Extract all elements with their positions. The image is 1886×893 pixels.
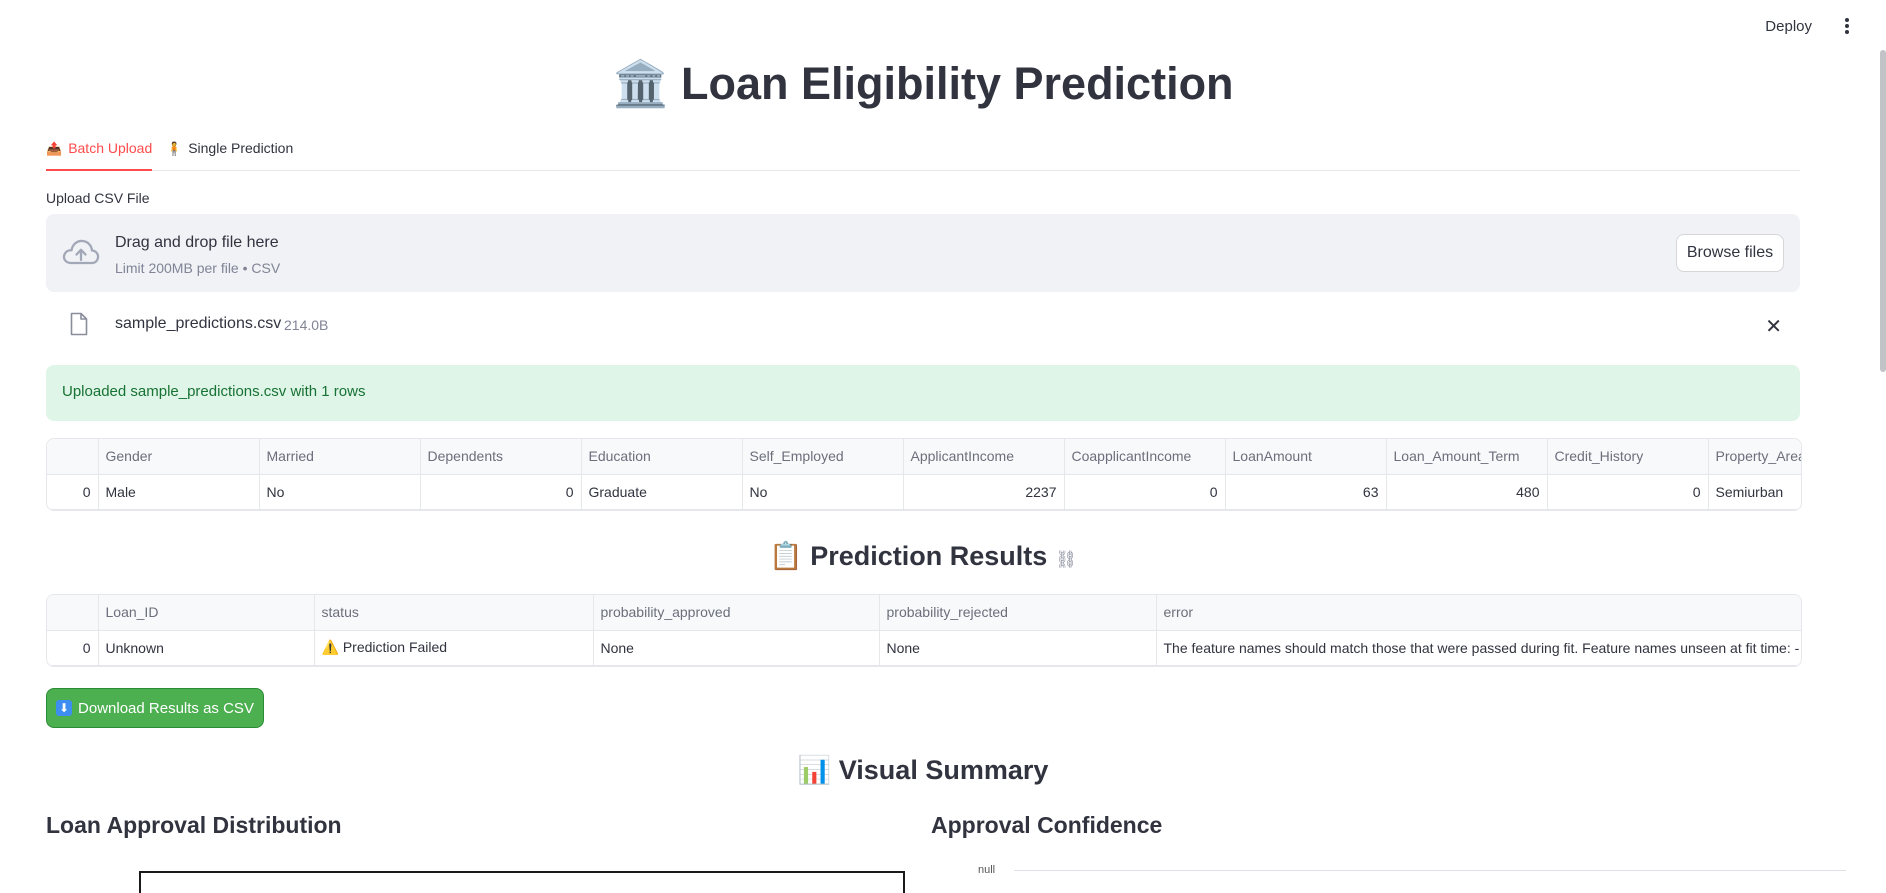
column-header[interactable]: LoanAmount — [1225, 439, 1387, 475]
results-table: Loan_ID status probability_approved prob… — [47, 595, 1801, 666]
outbox-tray-icon: 📤 — [46, 141, 63, 156]
download-button-label: Download Results as CSV — [78, 699, 254, 717]
uploaded-file-item: sample_predictions.csv 214.0B ✕ — [46, 306, 1800, 342]
heading-text: Visual Summary — [838, 755, 1049, 785]
column-header[interactable]: status — [314, 595, 594, 631]
top-bar: Deploy — [0, 0, 1886, 54]
table-header-row: Loan_ID status probability_approved prob… — [47, 595, 1801, 631]
page-title: 🏛️ Loan Eligibility Prediction — [46, 54, 1800, 114]
table-cell[interactable]: 0 — [1064, 474, 1226, 510]
cloud-upload-icon — [62, 239, 100, 265]
success-message: Uploaded sample_predictions.csv with 1 r… — [62, 383, 366, 400]
table-cell[interactable]: Graduate — [581, 474, 743, 510]
table-cell[interactable]: 63 — [1225, 474, 1387, 510]
input-table: Gender Married Dependents Education Self… — [47, 439, 1801, 510]
dropzone-limit-text: Limit 200MB per file • CSV — [115, 260, 281, 276]
column-header[interactable]: Gender — [98, 439, 260, 475]
tab-batch-upload[interactable]: 📤 Batch Upload — [46, 140, 153, 171]
table-header-row: Gender Married Dependents Education Self… — [47, 439, 1801, 475]
file-size: 214.0B — [284, 317, 329, 333]
visual-summary-heading: 📊 Visual Summary — [46, 754, 1800, 786]
table-cell[interactable]: No — [742, 474, 904, 510]
row-index[interactable]: 0 — [47, 474, 99, 510]
close-icon[interactable]: ✕ — [1765, 314, 1782, 339]
page-title-text: Loan Eligibility Prediction — [681, 58, 1234, 109]
success-alert: Uploaded sample_predictions.csv with 1 r… — [46, 365, 1800, 421]
column-header[interactable]: CoapplicantIncome — [1064, 439, 1226, 475]
row-index[interactable]: 0 — [47, 630, 99, 666]
file-dropzone[interactable]: Drag and drop file here Limit 200MB per … — [46, 214, 1800, 292]
chart-gridline — [1014, 870, 1846, 871]
approval-confidence-title: Approval Confidence — [931, 812, 1163, 838]
column-header[interactable]: Property_Area — [1708, 439, 1801, 475]
link-icon[interactable]: ⛓ — [1055, 550, 1077, 569]
column-header[interactable] — [47, 595, 99, 631]
column-header[interactable]: probability_approved — [593, 595, 880, 631]
results-dataframe[interactable]: Loan_ID status probability_approved prob… — [46, 594, 1802, 667]
browse-files-button[interactable]: Browse files — [1676, 234, 1784, 272]
dropzone-title: Drag and drop file here — [115, 234, 279, 251]
scrollbar[interactable] — [1880, 50, 1886, 372]
column-header[interactable]: Dependents — [420, 439, 582, 475]
column-header[interactable]: Loan_Amount_Term — [1386, 439, 1548, 475]
tab-label: Single Prediction — [188, 140, 294, 156]
tab-label: Batch Upload — [68, 140, 153, 156]
table-cell[interactable]: 0 — [1547, 474, 1709, 510]
tab-bar: 📤 Batch Upload 🧍 Single Prediction — [46, 136, 1800, 171]
download-arrow-icon: ⬇ — [56, 700, 73, 716]
column-header[interactable]: Loan_ID — [98, 595, 315, 631]
kebab-menu-icon[interactable] — [1842, 16, 1852, 38]
column-header[interactable]: Self_Employed — [742, 439, 904, 475]
column-header[interactable]: ApplicantIncome — [903, 439, 1065, 475]
tab-single-prediction[interactable]: 🧍 Single Prediction — [166, 140, 293, 169]
table-row: 0 Unknown ⚠️ Prediction Failed None None… — [47, 630, 1801, 666]
input-dataframe[interactable]: Gender Married Dependents Education Self… — [46, 438, 1802, 511]
table-cell[interactable]: Semiurban — [1708, 474, 1801, 510]
clipboard-icon: 📋 — [769, 541, 803, 571]
column-header[interactable]: Credit_History — [1547, 439, 1709, 475]
table-cell[interactable]: The feature names should match those tha… — [1156, 630, 1801, 666]
table-cell[interactable]: None — [879, 630, 1157, 666]
heading-text: Prediction Results — [810, 541, 1048, 571]
column-header[interactable] — [47, 439, 99, 475]
prediction-results-heading: 📋 Prediction Results ⛓ — [46, 540, 1800, 572]
approval-distribution-chart — [139, 871, 905, 893]
table-cell[interactable]: None — [593, 630, 880, 666]
person-icon: 🧍 — [166, 141, 183, 156]
loan-approval-distribution-title: Loan Approval Distribution — [46, 812, 342, 838]
file-name: sample_predictions.csv — [115, 315, 282, 332]
bank-icon: 🏛️ — [612, 58, 669, 109]
bar-chart-icon: 📊 — [797, 755, 832, 785]
download-results-button[interactable]: ⬇ Download Results as CSV — [46, 688, 264, 728]
table-cell[interactable]: ⚠️ Prediction Failed — [314, 630, 594, 666]
chart-axis-label: null — [978, 864, 996, 876]
table-row: 0 Male No 0 Graduate No 2237 0 63 480 0 … — [47, 474, 1801, 510]
table-cell[interactable]: Male — [98, 474, 260, 510]
table-cell[interactable]: 480 — [1386, 474, 1548, 510]
table-cell[interactable]: 0 — [420, 474, 582, 510]
deploy-button[interactable]: Deploy — [1765, 18, 1812, 35]
column-header[interactable]: Education — [581, 439, 743, 475]
column-header[interactable]: Married — [259, 439, 421, 475]
table-cell[interactable]: No — [259, 474, 421, 510]
file-icon — [70, 312, 88, 336]
table-cell[interactable]: 2237 — [903, 474, 1065, 510]
table-cell[interactable]: Unknown — [98, 630, 315, 666]
column-header[interactable]: probability_rejected — [879, 595, 1157, 631]
upload-label: Upload CSV File — [46, 190, 150, 206]
column-header[interactable]: error — [1156, 595, 1801, 631]
scrollbar-thumb[interactable] — [1880, 50, 1886, 372]
